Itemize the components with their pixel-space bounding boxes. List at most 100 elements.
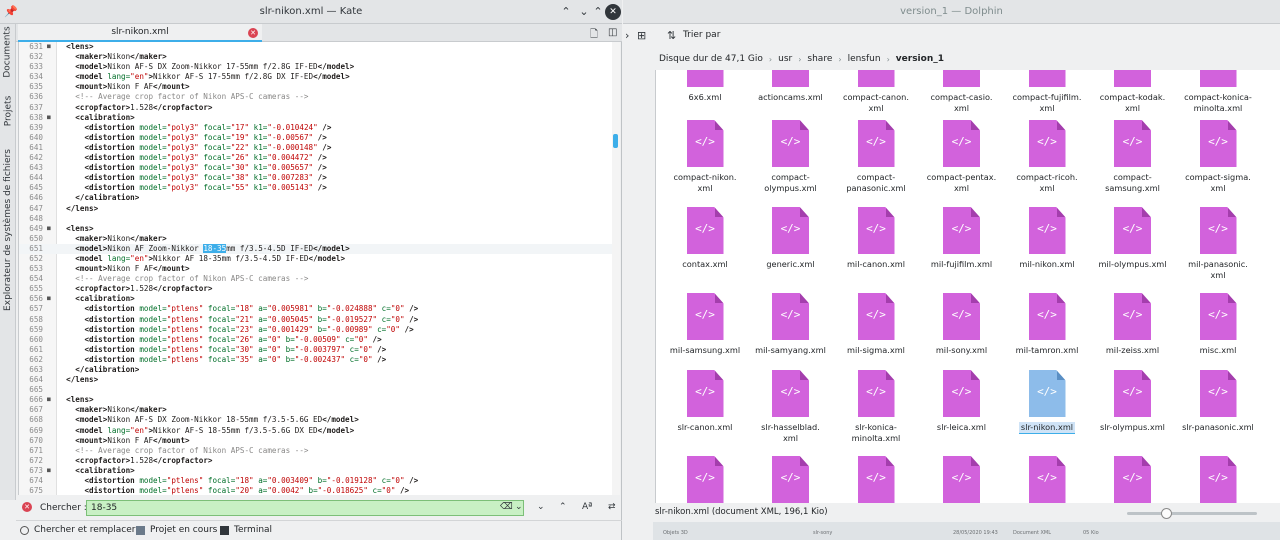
file-item[interactable]: </> actioncams.xml xyxy=(748,70,834,103)
side-tab-projects[interactable]: Projets xyxy=(0,94,16,128)
file-item[interactable]: </> xyxy=(662,456,748,503)
fold-marker-icon[interactable]: ■ xyxy=(47,113,51,123)
fold-marker-icon[interactable]: ■ xyxy=(47,395,51,405)
file-item[interactable]: </> contax.xml xyxy=(662,207,748,270)
file-item[interactable]: </> mil-panasonic. xml xyxy=(1175,207,1261,281)
file-item[interactable]: </> misc.xml xyxy=(1175,293,1261,356)
side-tab-documents[interactable]: Documents xyxy=(0,26,16,78)
breadcrumb-item[interactable]: lensfun xyxy=(842,54,887,64)
file-item[interactable]: </> slr-nikon.xml xyxy=(1004,370,1090,434)
tab-search-replace[interactable]: Chercher et remplacer xyxy=(20,525,135,535)
file-item[interactable]: </> slr-konica-minolta.xml xyxy=(833,370,919,444)
code-line[interactable]: 658 <distortion model="ptlens" focal="21… xyxy=(19,315,613,325)
file-item[interactable]: </> mil-sony.xml xyxy=(919,293,1005,356)
file-item[interactable]: </> compact-kodak.xml xyxy=(1090,70,1176,114)
file-item[interactable]: </> xyxy=(748,456,834,503)
code-line[interactable]: 668 <model>Nikon AF-S DX Zoom-Nikkor 18-… xyxy=(19,415,613,425)
view-mode-icon[interactable]: ⊞ xyxy=(637,29,646,42)
file-item[interactable]: </> compact-casio.xml xyxy=(919,70,1005,114)
file-item[interactable]: </> mil-samyang.xml xyxy=(748,293,834,356)
close-tab-icon[interactable]: ✕ xyxy=(248,28,258,38)
code-line[interactable]: 669 <model lang="en">Nikkor AF-S 18-55mm… xyxy=(19,426,613,436)
search-input[interactable]: 18-35 xyxy=(86,500,524,516)
side-tab-filesystem-browser[interactable]: Explorateur de systèmes de fichiers xyxy=(0,146,16,314)
sort-by-button[interactable]: Trier par xyxy=(683,30,720,40)
code-line[interactable]: 636 <!-- Average crop factor of Nikon AP… xyxy=(19,92,613,102)
code-line[interactable]: 634 <model lang="en">Nikkor AF-S 17-55mm… xyxy=(19,72,613,82)
code-line[interactable]: 660 <distortion model="ptlens" focal="26… xyxy=(19,335,613,345)
code-line[interactable]: 632 <maker>Nikon</maker> xyxy=(19,52,613,62)
file-item[interactable]: </> mil-tamron.xml xyxy=(1004,293,1090,356)
code-line[interactable]: 633 <model>Nikon AF-S DX Zoom-Nikkor 17-… xyxy=(19,62,613,72)
file-item[interactable]: </> generic.xml xyxy=(748,207,834,270)
file-item[interactable]: </> compact-panasonic.xml xyxy=(833,120,919,194)
code-line[interactable]: 642 <distortion model="poly3" focal="26"… xyxy=(19,153,613,163)
file-item[interactable]: </> mil-nikon.xml xyxy=(1004,207,1090,270)
fold-marker-icon[interactable]: ■ xyxy=(47,224,51,234)
file-item[interactable]: </> xyxy=(1090,456,1176,503)
breadcrumb-item[interactable]: Disque dur de 47,1 Gio xyxy=(653,54,769,64)
breadcrumb-item[interactable]: share xyxy=(801,54,838,64)
file-item[interactable]: </> compact-olympus.xml xyxy=(748,120,834,194)
code-line[interactable]: 641 <distortion model="poly3" focal="22"… xyxy=(19,143,613,153)
file-item[interactable]: </> 6x6.xml xyxy=(662,70,748,103)
code-line[interactable]: 672 <cropfactor>1.528</cropfactor> xyxy=(19,456,613,466)
fold-marker-icon[interactable]: ■ xyxy=(47,294,51,304)
code-line[interactable]: 635 <mount>Nikon F AF</mount> xyxy=(19,82,613,92)
file-item[interactable]: </> xyxy=(1175,456,1261,503)
split-view-icon[interactable]: ◫ xyxy=(608,27,617,38)
code-line[interactable]: 644 <distortion model="poly3" focal="38"… xyxy=(19,173,613,183)
code-line[interactable]: 650 <maker>Nikon</maker> xyxy=(19,234,613,244)
back-icon[interactable]: › xyxy=(625,29,629,42)
keep-above-icon[interactable]: ⌃ xyxy=(558,4,574,20)
maximize-icon[interactable]: ⌃ xyxy=(590,4,606,20)
code-line[interactable]: 665 xyxy=(19,385,613,395)
clear-search-icon[interactable]: ⌫ xyxy=(500,502,513,512)
file-item[interactable]: </> compact-samsung.xml xyxy=(1090,120,1176,194)
code-line[interactable]: 638 ■ <calibration> xyxy=(19,113,613,123)
code-line[interactable]: 648 xyxy=(19,214,613,224)
file-item[interactable]: </> compact-sigma. xml xyxy=(1175,120,1261,194)
file-item[interactable]: </> slr-leica.xml xyxy=(919,370,1005,433)
code-line[interactable]: 675 <distortion model="ptlens" focal="20… xyxy=(19,486,613,495)
code-line[interactable]: 671 <!-- Average crop factor of Nikon AP… xyxy=(19,446,613,456)
code-line[interactable]: 663 </calibration> xyxy=(19,365,613,375)
code-line[interactable]: 637 <cropfactor>1.528</cropfactor> xyxy=(19,103,613,113)
code-line[interactable]: 649 ■ <lens> xyxy=(19,224,613,234)
file-item[interactable]: </> xyxy=(919,456,1005,503)
code-line[interactable]: 653 <mount>Nikon F AF</mount> xyxy=(19,264,613,274)
code-line[interactable]: 664 </lens> xyxy=(19,375,613,385)
find-previous-icon[interactable]: ⌃ xyxy=(559,502,567,512)
code-line[interactable]: 646 </calibration> xyxy=(19,193,613,203)
code-line[interactable]: 673 ■ <calibration> xyxy=(19,466,613,476)
fold-marker-icon[interactable]: ■ xyxy=(47,42,51,52)
file-item[interactable]: </> compact-konica-minolta.xml xyxy=(1175,70,1261,114)
close-window-button[interactable]: ✕ xyxy=(605,4,621,20)
code-line[interactable]: 651 <model>Nikon AF Zoom-Nikkor 18-35mm … xyxy=(19,243,613,254)
file-view[interactable]: </> 6x6.xml </> actioncams.xml </> compact-ca… xyxy=(655,70,1280,503)
tab-current-project[interactable]: Projet en cours xyxy=(136,525,217,535)
code-line[interactable]: 667 <maker>Nikon</maker> xyxy=(19,405,613,415)
file-item[interactable]: </> xyxy=(833,456,919,503)
code-line[interactable]: 662 <distortion model="ptlens" focal="35… xyxy=(19,355,613,365)
document-tab[interactable]: slr-nikon.xml ✕ xyxy=(18,24,262,42)
file-item[interactable]: </> mil-samsung.xml xyxy=(662,293,748,356)
code-line[interactable]: 659 <distortion model="ptlens" focal="23… xyxy=(19,325,613,335)
switch-to-replace-icon[interactable]: ⇄ xyxy=(608,502,616,512)
file-item[interactable]: </> mil-zeiss.xml xyxy=(1090,293,1176,356)
file-item[interactable]: </> slr-canon.xml xyxy=(662,370,748,433)
file-item[interactable]: </> slr-hasselblad. xml xyxy=(748,370,834,444)
code-line[interactable]: 647 </lens> xyxy=(19,204,613,214)
file-item[interactable]: </> compact-canon.xml xyxy=(833,70,919,114)
tab-terminal[interactable]: Terminal xyxy=(220,525,272,535)
code-line[interactable]: 645 <distortion model="poly3" focal="55"… xyxy=(19,183,613,193)
file-item[interactable]: </> compact-ricoh. xml xyxy=(1004,120,1090,194)
file-item[interactable]: </> compact-nikon. xml xyxy=(662,120,748,194)
file-item[interactable]: </> mil-canon.xml xyxy=(833,207,919,270)
file-item[interactable]: </> xyxy=(1004,456,1090,503)
breadcrumb-item[interactable]: version_1 xyxy=(890,54,950,64)
file-item[interactable]: </> slr-olympus.xml xyxy=(1090,370,1176,433)
code-line[interactable]: 631 ■ <lens> xyxy=(19,42,613,52)
file-item[interactable]: </> mil-sigma.xml xyxy=(833,293,919,356)
file-item[interactable]: </> compact-fujifilm.xml xyxy=(1004,70,1090,114)
